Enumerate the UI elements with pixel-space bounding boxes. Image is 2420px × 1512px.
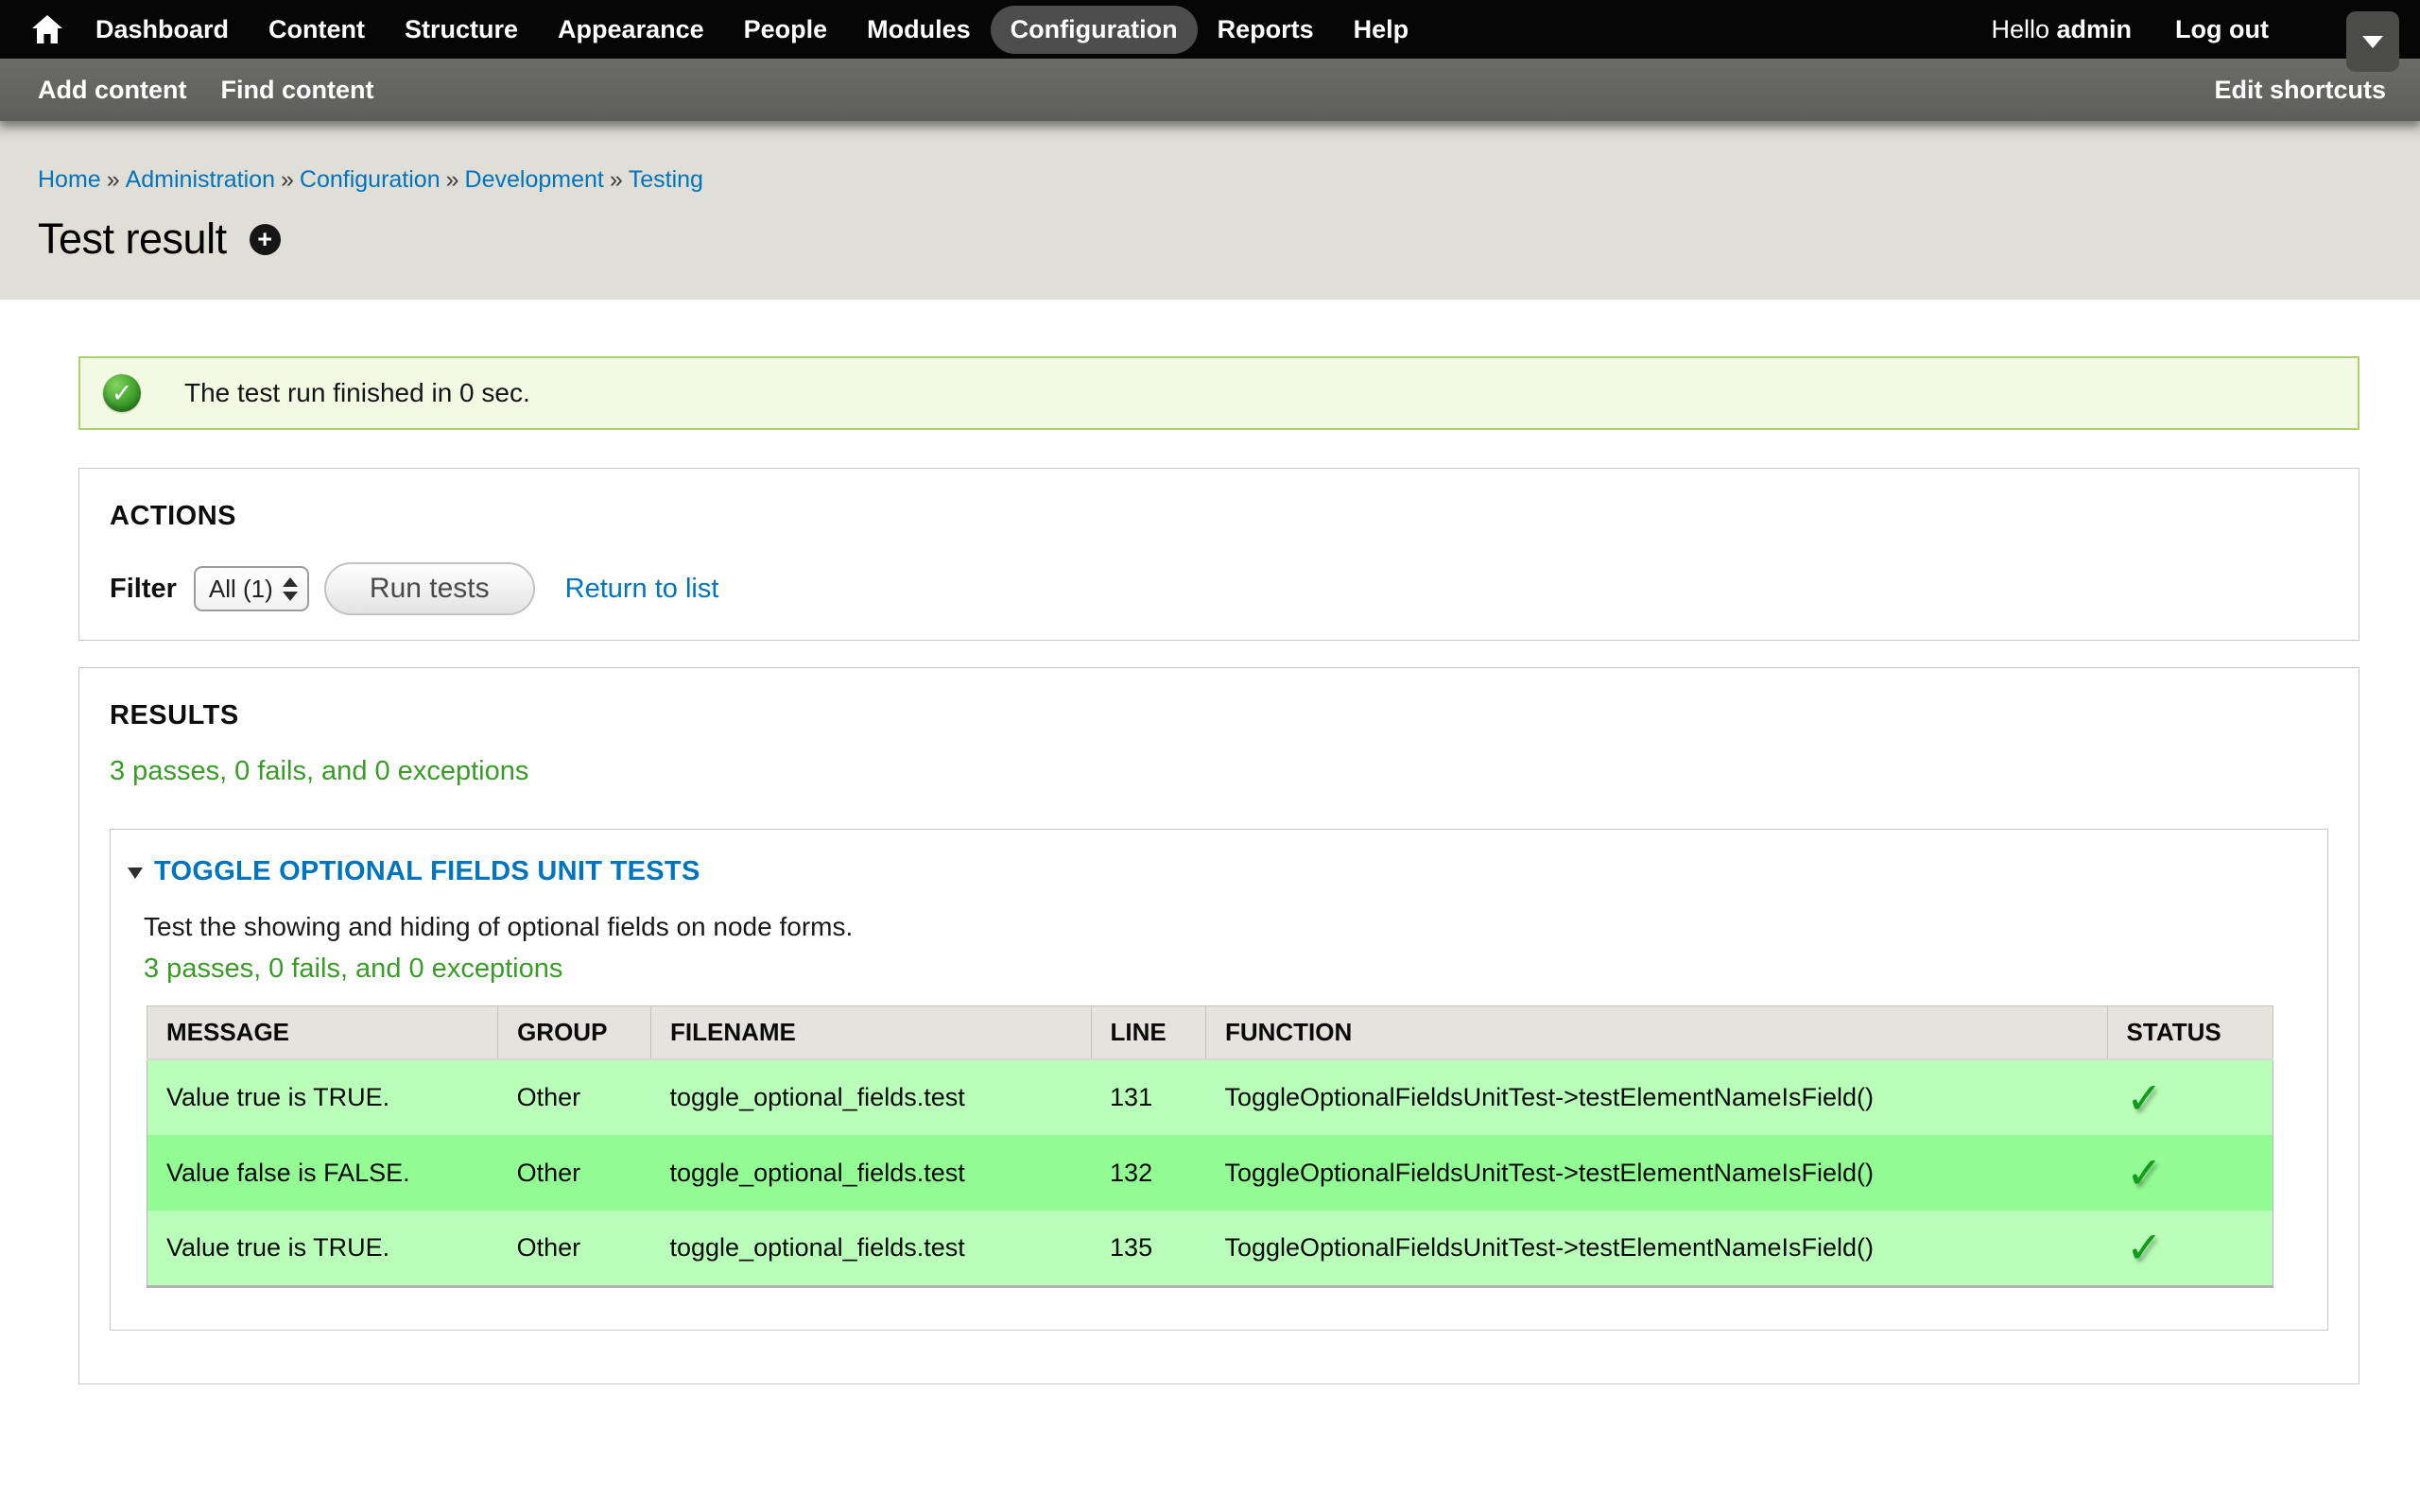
menu-item-configuration[interactable]: Configuration: [991, 6, 1198, 54]
cell-line: 135: [1091, 1211, 1205, 1286]
test-group-title-link[interactable]: TOGGLE OPTIONAL FIELDS UNIT TESTS: [154, 856, 700, 887]
filter-select[interactable]: All (1): [194, 566, 309, 611]
greeting-prefix: Hello: [1991, 15, 2056, 43]
greeting-text: Hello admin: [1991, 15, 2132, 44]
results-table-body: Value true is TRUE.Othertoggle_optional_…: [147, 1059, 2273, 1286]
status-message-text: The test run finished in 0 sec.: [184, 378, 530, 408]
menu-item-help[interactable]: Help: [1334, 6, 1429, 54]
breadcrumb-separator: »: [604, 166, 629, 193]
column-header-group: GROUP: [498, 1006, 651, 1060]
results-table: MESSAGEGROUPFILENAMELINEFUNCTIONSTATUS V…: [147, 1005, 2273, 1288]
pass-check-icon: ✓: [2126, 1148, 2163, 1197]
cell-filename: toggle_optional_fields.test: [651, 1135, 1092, 1211]
test-group-summary: 3 passes, 0 fails, and 0 exceptions: [144, 954, 2301, 985]
cell-status: ✓: [2107, 1135, 2273, 1211]
filter-row: Filter All (1) Run tests Return to list: [110, 562, 2328, 615]
result-row: Value false is FALSE.Othertoggle_optiona…: [147, 1135, 2273, 1211]
account-links: Hello admin Log out: [1991, 15, 2269, 44]
add-shortcut-icon[interactable]: +: [250, 224, 281, 255]
cell-line: 132: [1091, 1135, 1205, 1211]
shortcut-bar: Add content Find content Edit shortcuts: [0, 59, 2420, 121]
breadcrumb-link-home[interactable]: Home: [38, 166, 101, 193]
result-row: Value true is TRUE.Othertoggle_optional_…: [147, 1059, 2273, 1135]
column-header-function: FUNCTION: [1205, 1006, 2107, 1060]
breadcrumb-separator: »: [275, 166, 300, 193]
pass-check-icon: ✓: [2126, 1223, 2163, 1272]
cell-filename: toggle_optional_fields.test: [651, 1211, 1092, 1286]
menu-item-structure[interactable]: Structure: [385, 6, 538, 54]
menu-item-people[interactable]: People: [724, 6, 848, 54]
filter-select-value: All (1): [209, 575, 273, 604]
test-group-fieldset: TOGGLE OPTIONAL FIELDS UNIT TESTS Test t…: [110, 829, 2328, 1331]
results-heading: RESULTS: [110, 700, 2328, 731]
username: admin: [2057, 15, 2133, 43]
drupal-test-result-page: DashboardContentStructureAppearancePeopl…: [0, 0, 2420, 1512]
column-header-line: LINE: [1091, 1006, 1205, 1060]
return-to-list-link[interactable]: Return to list: [565, 574, 719, 605]
run-tests-button[interactable]: Run tests: [324, 562, 535, 615]
cell-group: Other: [498, 1135, 651, 1211]
test-group-description: Test the showing and hiding of optional …: [144, 912, 2301, 942]
shortcut-link-add-content[interactable]: Add content: [38, 76, 186, 105]
menu-item-content[interactable]: Content: [249, 6, 385, 54]
cell-line: 131: [1091, 1059, 1205, 1135]
admin-menu-bar: DashboardContentStructureAppearancePeopl…: [0, 0, 2420, 59]
actions-heading: ACTIONS: [110, 501, 2328, 532]
edit-shortcuts-link[interactable]: Edit shortcuts: [2214, 76, 2386, 105]
results-summary: 3 passes, 0 fails, and 0 exceptions: [110, 756, 2328, 787]
page-title: Test result: [38, 215, 227, 264]
breadcrumb-link-configuration[interactable]: Configuration: [300, 166, 441, 193]
pass-check-icon: ✓: [2126, 1074, 2163, 1123]
breadcrumb: Home»Administration»Configuration»Develo…: [38, 166, 2382, 194]
cell-filename: toggle_optional_fields.test: [651, 1059, 1092, 1135]
title-row: Test result +: [38, 215, 2382, 264]
filter-label: Filter: [110, 574, 177, 605]
cell-status: ✓: [2107, 1059, 2273, 1135]
actions-panel: ACTIONS Filter All (1) Run tests Return …: [78, 468, 2360, 641]
admin-menu-items: DashboardContentStructureAppearancePeopl…: [76, 6, 1428, 54]
status-message: ✓ The test run finished in 0 sec.: [78, 356, 2360, 430]
breadcrumb-link-administration[interactable]: Administration: [126, 166, 275, 193]
select-arrows-icon: [283, 577, 298, 601]
cell-group: Other: [498, 1059, 651, 1135]
cell-function: ToggleOptionalFieldsUnitTest->testElemen…: [1205, 1211, 2107, 1286]
menu-item-dashboard[interactable]: Dashboard: [76, 6, 249, 54]
collapse-arrow-icon: [128, 868, 143, 879]
result-row: Value true is TRUE.Othertoggle_optional_…: [147, 1211, 2273, 1286]
menu-item-reports[interactable]: Reports: [1198, 6, 1334, 54]
breadcrumb-separator: »: [441, 166, 465, 193]
shortcut-items: Add content Find content: [38, 76, 373, 105]
cell-message: Value true is TRUE.: [147, 1059, 498, 1135]
page-header: Home»Administration»Configuration»Develo…: [0, 121, 2420, 300]
logout-link[interactable]: Log out: [2175, 15, 2269, 44]
status-ok-icon: ✓: [103, 374, 141, 412]
breadcrumb-separator: »: [101, 166, 126, 193]
test-group-legend: TOGGLE OPTIONAL FIELDS UNIT TESTS: [128, 856, 2301, 887]
breadcrumb-link-testing[interactable]: Testing: [629, 166, 703, 193]
cell-function: ToggleOptionalFieldsUnitTest->testElemen…: [1205, 1059, 2107, 1135]
menu-item-modules[interactable]: Modules: [847, 6, 991, 54]
cell-function: ToggleOptionalFieldsUnitTest->testElemen…: [1205, 1135, 2107, 1211]
menu-item-appearance[interactable]: Appearance: [538, 6, 724, 54]
cell-group: Other: [498, 1211, 651, 1286]
chevron-down-icon: [2362, 36, 2383, 48]
breadcrumb-link-development[interactable]: Development: [465, 166, 604, 193]
cell-status: ✓: [2107, 1211, 2273, 1286]
column-header-filename: FILENAME: [651, 1006, 1092, 1060]
cell-message: Value true is TRUE.: [147, 1211, 498, 1286]
cell-message: Value false is FALSE.: [147, 1135, 498, 1211]
results-panel: RESULTS 3 passes, 0 fails, and 0 excepti…: [78, 667, 2360, 1384]
main-content: ✓ The test run finished in 0 sec. ACTION…: [0, 356, 2420, 1384]
column-header-message: MESSAGE: [147, 1006, 498, 1060]
results-table-header-row: MESSAGEGROUPFILENAMELINEFUNCTIONSTATUS: [147, 1006, 2273, 1060]
home-icon[interactable]: [32, 15, 62, 43]
column-header-status: STATUS: [2107, 1006, 2273, 1060]
admin-menu-toggle-button[interactable]: [2346, 11, 2399, 72]
shortcut-link-find-content[interactable]: Find content: [220, 76, 373, 105]
